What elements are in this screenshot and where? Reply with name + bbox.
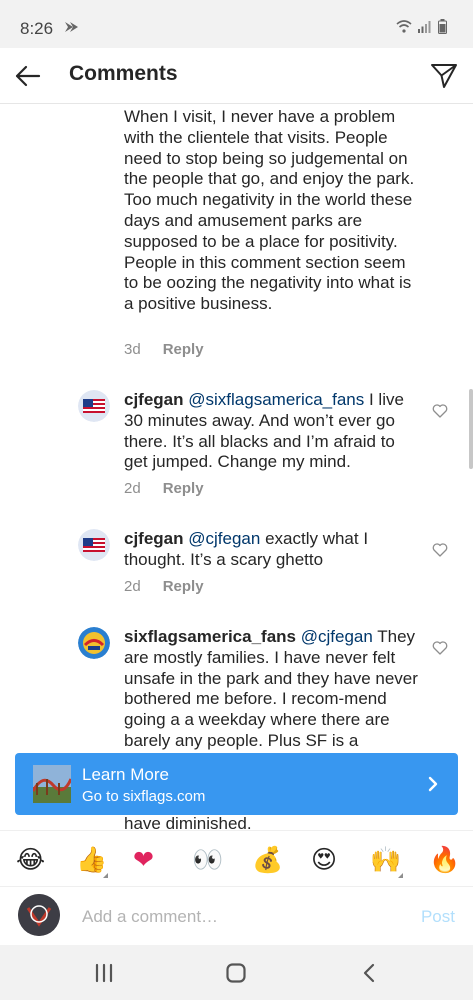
comment-meta: 3d Reply	[124, 341, 204, 358]
six-flags-logo-icon	[78, 627, 110, 659]
comment-text: When I visit, I never have a problem wit…	[124, 107, 415, 314]
home-icon	[226, 963, 246, 983]
emoji-joy-button[interactable]: 😂	[16, 845, 45, 875]
skin-tone-indicator	[103, 873, 108, 878]
arrow-left-icon	[15, 65, 41, 87]
paper-plane-icon	[431, 64, 457, 88]
comment-meta: 2d Reply	[124, 480, 204, 497]
emoji-quick-bar: 😂 👍 ❤ 👀 💰 😍 🙌 🔥	[0, 830, 473, 887]
scrollbar[interactable]	[469, 389, 473, 469]
emoji-heart-eyes-button[interactable]: 😍	[311, 845, 337, 875]
comment-body: cjfegan @sixflagsamerica_fans I live 30 …	[124, 390, 420, 473]
comment-meta: 2d Reply	[124, 578, 204, 595]
heart-icon[interactable]	[432, 640, 448, 656]
wifi-icon	[396, 20, 412, 33]
comment-body: sixflagsamerica_fans @cjfegan They are m…	[124, 627, 420, 752]
banner-title: Learn More	[82, 765, 169, 784]
reply-button[interactable]: Reply	[163, 480, 204, 497]
emoji-heart-button[interactable]: ❤	[133, 845, 154, 875]
comment-username[interactable]: sixflagsamerica_fans	[124, 627, 296, 646]
comment-composer: Post	[0, 887, 473, 945]
avatar[interactable]	[78, 529, 110, 561]
status-bar: 8:26	[0, 0, 473, 48]
comment-username[interactable]: cjfegan	[124, 390, 184, 409]
banner-thumbnail	[33, 765, 71, 803]
back-icon	[363, 963, 375, 983]
reply-button[interactable]: Reply	[163, 578, 204, 595]
recent-apps-button[interactable]	[92, 961, 116, 985]
avatar[interactable]	[18, 894, 60, 936]
page-title: Comments	[69, 62, 178, 85]
back-button[interactable]	[12, 60, 44, 92]
emoji-raised-hands-button[interactable]: 🙌	[370, 845, 401, 875]
home-button[interactable]	[224, 961, 248, 985]
emoji-money-bag-button[interactable]: 💰	[252, 845, 283, 875]
recent-apps-icon	[95, 963, 113, 983]
status-time: 8:26	[20, 19, 54, 38]
comments-list: When I visit, I never have a problem wit…	[0, 104, 473, 830]
system-nav-bar	[0, 945, 473, 1000]
emoji-eyes-button[interactable]: 👀	[192, 845, 223, 875]
emoji-thumbs-up-button[interactable]: 👍	[76, 845, 107, 875]
banner-subtitle: Go to sixflags.com	[82, 788, 206, 805]
app-header: Comments	[0, 48, 473, 104]
comment-text-tail: have diminished.	[124, 814, 252, 830]
comment-age: 2d	[124, 578, 141, 595]
comment-input[interactable]	[82, 905, 402, 929]
avatar[interactable]	[78, 627, 110, 659]
flag-avatar-icon	[78, 529, 110, 561]
comment-mention[interactable]: @cjfegan	[188, 529, 260, 548]
comment-age: 2d	[124, 480, 141, 497]
skin-tone-indicator	[398, 873, 403, 878]
comment-age: 3d	[124, 341, 141, 358]
comment-mention[interactable]: @cjfegan	[301, 627, 373, 646]
comment-mention[interactable]: @sixflagsamerica_fans	[188, 390, 364, 409]
emoji-fire-button[interactable]: 🔥	[429, 845, 460, 875]
heart-icon[interactable]	[432, 542, 448, 558]
comment-body: cjfegan @cjfegan exactly what I thought.…	[124, 529, 420, 571]
flag-avatar-icon	[78, 390, 110, 422]
carrier-icon	[64, 20, 78, 36]
comment-username[interactable]: cjfegan	[124, 529, 184, 548]
profile-picture-icon	[18, 894, 60, 936]
system-back-button[interactable]	[358, 961, 382, 985]
post-button[interactable]: Post	[421, 907, 455, 927]
signal-icon	[418, 21, 431, 33]
avatar[interactable]	[78, 390, 110, 422]
battery-icon	[438, 19, 447, 34]
learn-more-banner[interactable]: Learn More Go to sixflags.com	[15, 753, 458, 815]
share-button[interactable]	[429, 60, 459, 90]
comment-body: When I visit, I never have a problem wit…	[124, 107, 420, 315]
heart-icon[interactable]	[432, 403, 448, 419]
chevron-right-icon	[428, 776, 438, 792]
reply-button[interactable]: Reply	[163, 341, 204, 358]
